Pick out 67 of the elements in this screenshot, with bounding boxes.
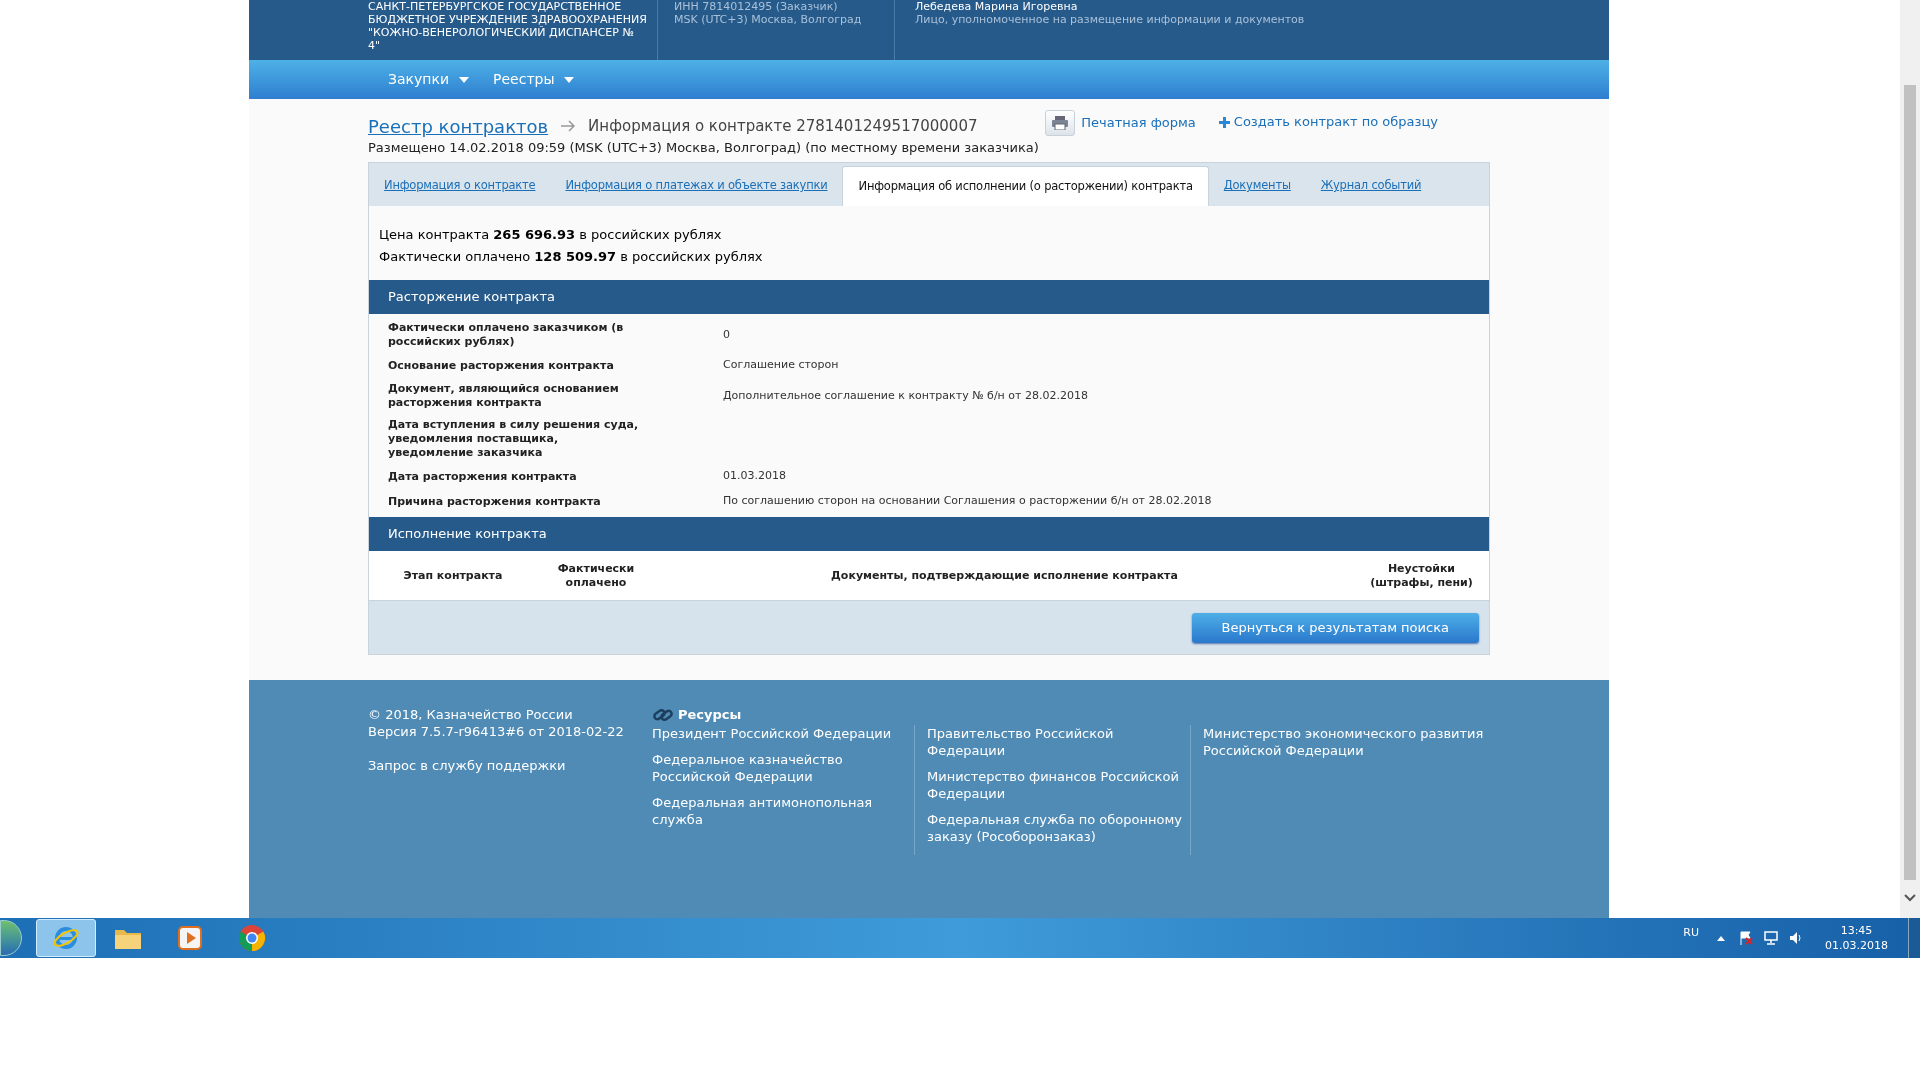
tab[interactable]: Информация о платежах и объекте закупки bbox=[550, 166, 843, 206]
chrome-icon bbox=[238, 924, 266, 952]
caret-icon[interactable] bbox=[1717, 935, 1725, 941]
tab[interactable]: Информация о контракте bbox=[369, 166, 551, 206]
resources-title: Ресурсы bbox=[678, 706, 742, 723]
language-indicator[interactable]: RU bbox=[1683, 924, 1699, 942]
back-to-results-button[interactable]: Вернуться к результатам поиска bbox=[1191, 612, 1479, 643]
user-name: Лебедева Марина Игоревна bbox=[915, 0, 1079, 13]
copyright-text: © 2018, Казначейство России bbox=[368, 706, 574, 723]
resource-link[interactable]: Министерство экономического развития Российской Федерации bbox=[1203, 725, 1490, 759]
column-header: Этап контракта bbox=[403, 568, 503, 583]
timezone-text: MSK (UTC+3) Москва, Волгоград bbox=[674, 13, 863, 26]
field-label: Документ, являющийся основанием расторжения контракта bbox=[388, 382, 620, 410]
column-header: Неустойки (штрафы, пени) bbox=[1369, 561, 1474, 590]
network-icon[interactable] bbox=[1763, 931, 1779, 945]
field-value: 0 bbox=[723, 326, 730, 343]
resource-link[interactable]: Федеральная служба по оборонному заказу (Рособоронзаказ) bbox=[927, 811, 1190, 845]
field-label: Дата вступления в силу решения суда, уведомления поставщика, уведомление заказчика bbox=[388, 418, 640, 460]
registry-link[interactable]: Реестр контрактов bbox=[368, 112, 549, 140]
resource-link[interactable]: Федеральное казначейство Российской Федерации bbox=[652, 751, 904, 785]
tab[interactable]: Документы bbox=[1208, 166, 1306, 206]
link-icon bbox=[652, 706, 674, 723]
organization-name: САНКТ-ПЕТЕРБУРГСКОЕ ГОСУДАРСТВЕННОЕ БЮДЖЕТНОЕ УЧРЕЖДЕНИЕ ЗДРАВООХРАНЕНИЯ "КОЖНО-ВЕНЕРОЛОГИЧЕСКИЙ ДИСПАНСЕР № 4" bbox=[368, 0, 648, 52]
section-header: Исполнение контракта bbox=[369, 517, 1489, 551]
field-value: Дополнительное соглашение к контракту № б/н от 28.02.2018 bbox=[723, 387, 1088, 404]
field-value: По соглашению сторон на основании Соглашения о расторжении б/н от 28.02.2018 bbox=[723, 493, 1212, 510]
printer-icon bbox=[1045, 110, 1076, 136]
field-value: Соглашение сторон bbox=[723, 357, 839, 374]
taskbar-app-button[interactable] bbox=[36, 919, 96, 957]
play-icon bbox=[177, 925, 203, 951]
create-contract-link[interactable]: Создать контракт по образцу bbox=[1217, 112, 1438, 132]
tab[interactable]: Журнал событий bbox=[1305, 166, 1437, 206]
nav-menu-item[interactable]: Закупки bbox=[386, 69, 471, 90]
column-header: Фактически оплачено bbox=[556, 561, 636, 590]
flag-icon[interactable] bbox=[1739, 931, 1753, 945]
support-link[interactable]: Запрос в службу поддержки bbox=[368, 757, 652, 774]
speaker-icon[interactable] bbox=[1789, 931, 1803, 945]
version-text: Версия 7.5.7-r96413#6 от 2018-02-22 bbox=[368, 723, 625, 740]
scrollbar[interactable] bbox=[1900, 0, 1920, 918]
resource-link[interactable]: Правительство Российской Федерации bbox=[927, 725, 1190, 759]
show-desktop-button[interactable] bbox=[1908, 918, 1920, 958]
caret-icon bbox=[459, 76, 469, 83]
arrow-icon bbox=[560, 120, 577, 132]
plus-icon bbox=[1217, 115, 1231, 129]
tab[interactable]: Информация об исполнении (о расторжении) контракта bbox=[842, 166, 1209, 206]
field-label: Основание расторжения контракта bbox=[388, 358, 615, 373]
field-value: 01.03.2018 bbox=[723, 468, 786, 485]
field-label: Дата расторжения контракта bbox=[388, 469, 578, 484]
inn-text: ИНН 7814012495 (Заказчик) bbox=[674, 0, 839, 13]
summary-text: Цена контракта 265 696.93 в российских рублях bbox=[379, 226, 722, 244]
nav-menu-item[interactable]: Реестры bbox=[491, 69, 577, 90]
resource-link[interactable]: Федеральная антимонопольная служба bbox=[652, 794, 904, 828]
field-label: Причина расторжения контракта bbox=[388, 494, 602, 509]
placed-date-text: Размещено 14.02.2018 09:59 (MSK (UTC+3) Москва, Волгоград) (по местному времени заказчика) bbox=[368, 140, 1040, 156]
resource-link[interactable]: Министерство финансов Российской Федерации bbox=[927, 768, 1190, 802]
start-button[interactable] bbox=[0, 920, 22, 956]
print-form-link[interactable]: Печатная форма bbox=[1045, 110, 1196, 136]
browser-icon bbox=[52, 924, 80, 952]
clock[interactable]: 13:45 01.03.2018 bbox=[1825, 923, 1888, 953]
page-title: Информация о контракте 2781401249517000007 bbox=[588, 115, 978, 137]
field-label: Фактически оплачено заказчиком (в российских рублях) bbox=[388, 321, 625, 349]
column-header: Документы, подтверждающие исполнение контракта bbox=[831, 568, 1178, 583]
user-role: Лицо, уполномоченное на размещение информации и документов bbox=[915, 13, 1305, 26]
summary-text: Фактически оплачено 128 509.97 в российских рублях bbox=[379, 248, 763, 266]
section-header: Расторжение контракта bbox=[369, 280, 1489, 314]
resource-link[interactable]: Президент Российской Федерации bbox=[652, 725, 904, 742]
caret-icon bbox=[564, 76, 575, 83]
